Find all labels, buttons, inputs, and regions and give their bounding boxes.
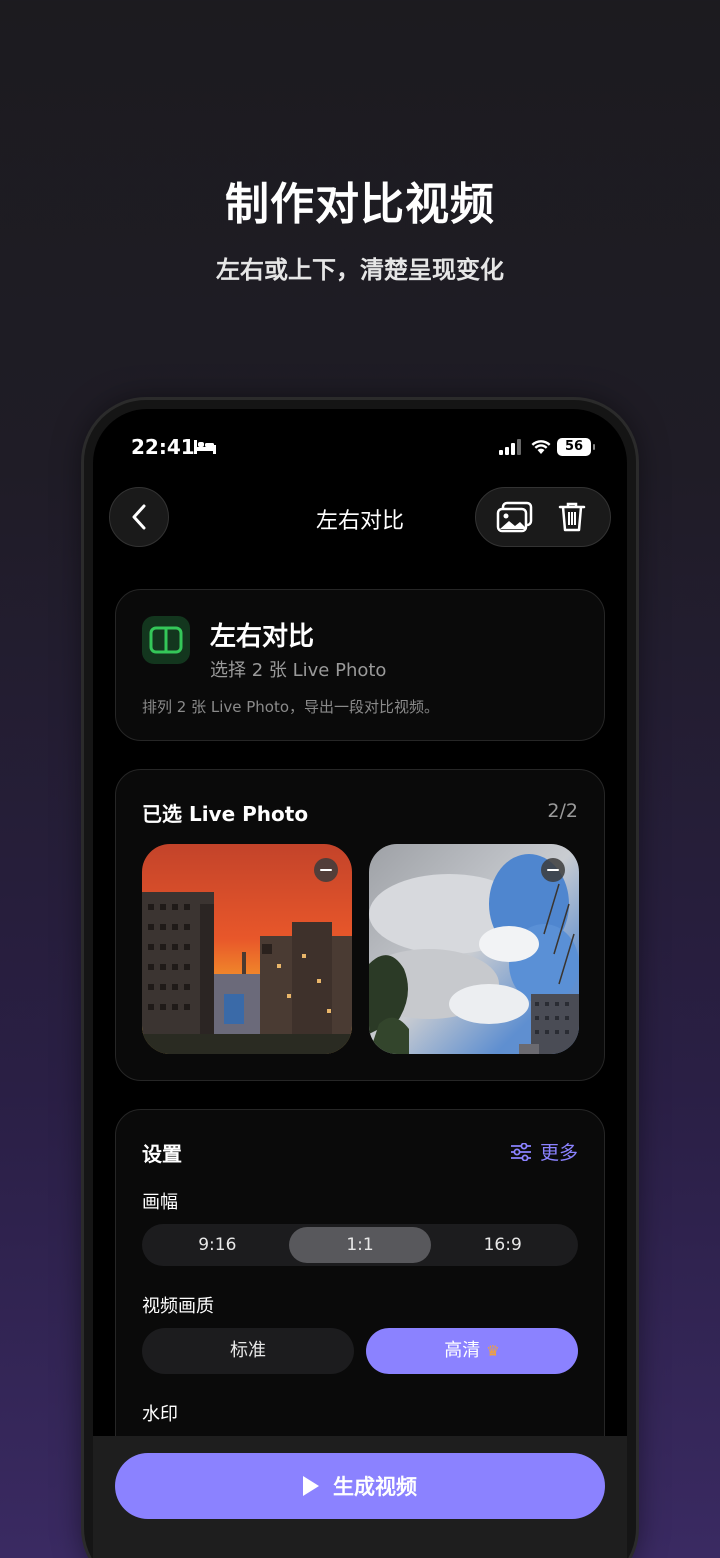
settings-title: 设置	[142, 1142, 182, 1166]
phone-frame: 22:41 56 左右对比 左右对比 选择 2 张 Live Photo 排列 …	[84, 400, 636, 1558]
more-settings-button[interactable]: 更多	[510, 1138, 578, 1165]
nav-actions	[475, 487, 611, 547]
trash-icon	[558, 502, 585, 532]
photo-library-button[interactable]	[495, 497, 535, 537]
sleep-focus-icon	[194, 440, 216, 454]
remove-photo-button[interactable]	[541, 858, 565, 882]
sliders-icon	[510, 1142, 531, 1161]
mode-title: 左右对比	[210, 622, 315, 652]
delete-button[interactable]	[552, 497, 592, 537]
aspect-option-16-9[interactable]: 16:9	[431, 1227, 574, 1263]
wifi-icon	[531, 440, 551, 454]
watermark-label: 水印	[142, 1404, 178, 1425]
play-icon	[303, 1476, 319, 1496]
battery-indicator: 56	[557, 438, 595, 456]
quality-option-hd[interactable]: 高清 ♛	[366, 1328, 578, 1374]
quality-option-standard[interactable]: 标准	[142, 1328, 354, 1374]
quality-hd-label: 高清	[444, 1340, 481, 1361]
remove-photo-button[interactable]	[314, 858, 338, 882]
hero-title: 制作对比视频	[225, 179, 495, 230]
mode-description: 排列 2 张 Live Photo，导出一段对比视频。	[142, 698, 440, 716]
selected-count: 2/2	[547, 800, 578, 822]
cellular-signal-icon	[499, 439, 521, 455]
photo-thumbnail-sunset[interactable]	[142, 844, 352, 1054]
mode-subtitle: 选择 2 张 Live Photo	[210, 660, 387, 681]
selected-photos-card: 已选 Live Photo 2/2	[115, 769, 605, 1081]
video-quality-selector: 标准 高清 ♛	[142, 1328, 578, 1374]
selected-title: 已选 Live Photo	[142, 802, 309, 826]
generate-video-button[interactable]: 生成视频	[115, 1453, 605, 1519]
video-quality-label: 视频画质	[142, 1296, 214, 1317]
quality-standard-label: 标准	[230, 1340, 266, 1361]
hero-subtitle: 左右或上下，清楚呈现变化	[216, 256, 504, 284]
aspect-option-9-16[interactable]: 9:16	[146, 1227, 289, 1263]
crown-icon: ♛	[486, 1342, 500, 1360]
aspect-ratio-label: 画幅	[142, 1192, 178, 1213]
aspect-option-1-1[interactable]: 1:1	[288, 1227, 432, 1263]
generate-video-label: 生成视频	[333, 1475, 417, 1499]
status-time: 22:41	[131, 435, 195, 459]
side-by-side-icon	[142, 616, 190, 664]
more-settings-label: 更多	[539, 1142, 578, 1164]
phone-screen: 22:41 56 左右对比 左右对比 选择 2 张 Live Photo 排列 …	[93, 409, 627, 1558]
mode-card: 左右对比 选择 2 张 Live Photo 排列 2 张 Live Photo…	[115, 589, 605, 741]
photo-thumbnail-clouds[interactable]	[369, 844, 579, 1054]
aspect-ratio-selector: 9:16 1:1 16:9	[142, 1224, 578, 1266]
photos-icon	[496, 501, 532, 533]
